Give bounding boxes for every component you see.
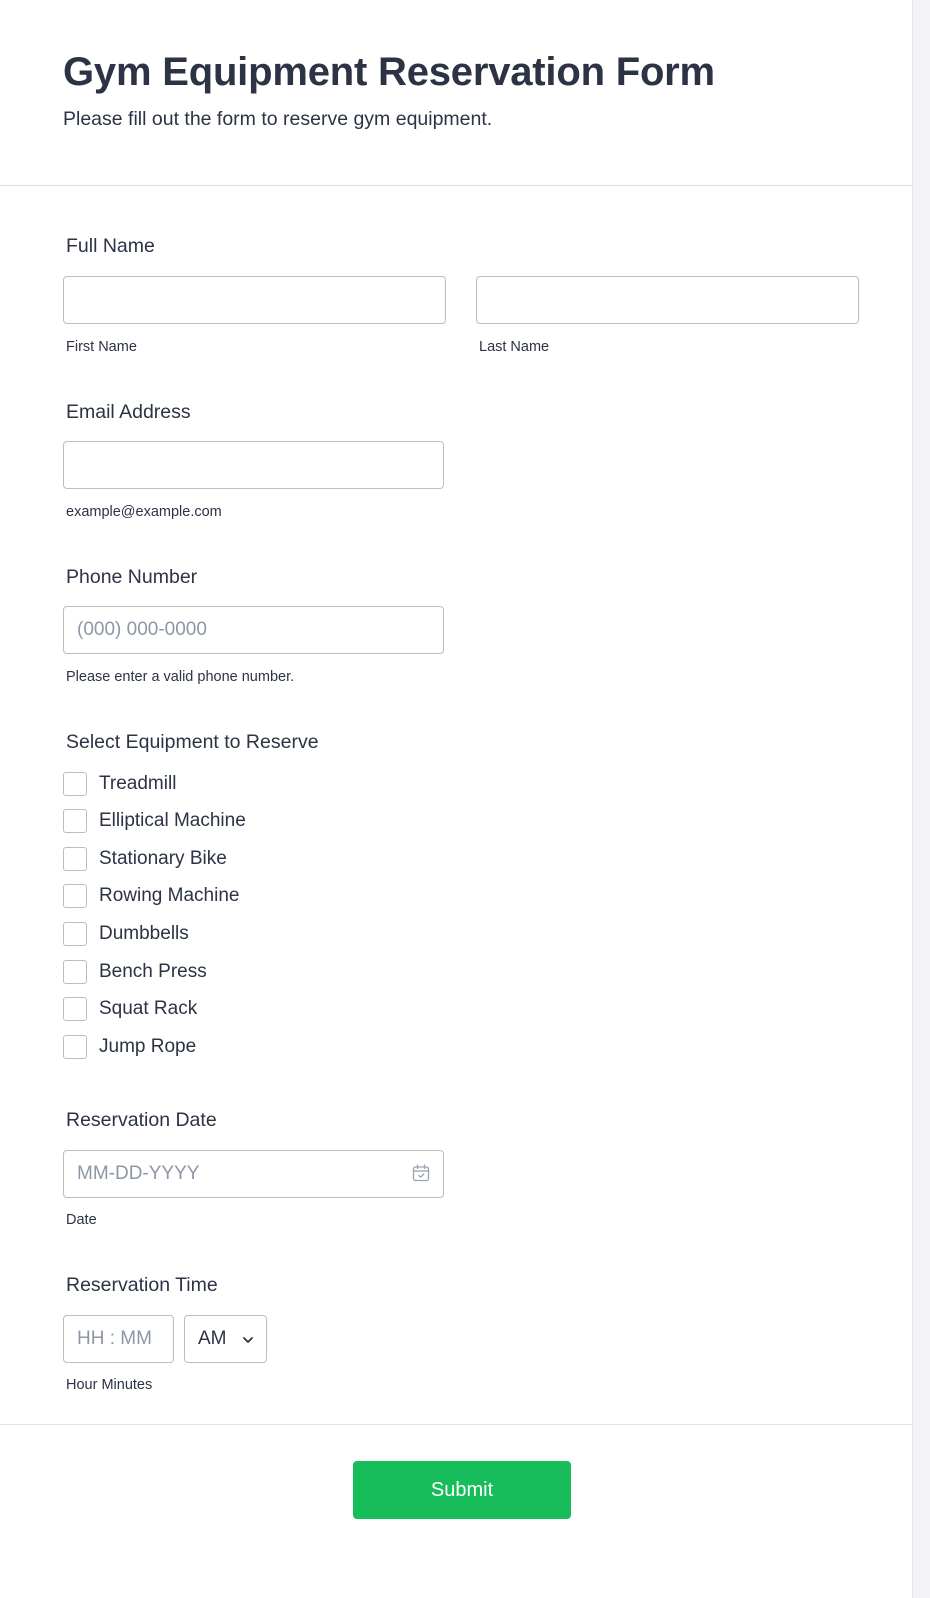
first-name-input[interactable] (63, 276, 446, 324)
calendar-icon[interactable] (412, 1164, 430, 1182)
checkbox-label: Jump Rope (99, 1036, 197, 1057)
checkbox-option-dumbbells[interactable]: Dumbbells (63, 922, 463, 948)
checkbox[interactable] (63, 960, 87, 984)
email-sublabel: example@example.com (66, 504, 222, 520)
checkbox-label: Dumbbells (99, 923, 189, 944)
page-title: Gym Equipment Reservation Form (63, 50, 715, 94)
checkbox[interactable] (63, 884, 87, 908)
checkbox-label: Bench Press (99, 961, 207, 982)
checkbox-option-elliptical-machine[interactable]: Elliptical Machine (63, 809, 463, 835)
first-name-sublabel: First Name (66, 339, 137, 355)
submit-button[interactable]: Submit (353, 1461, 571, 1519)
form-header: Gym Equipment Reservation Form Please fi… (0, 0, 912, 186)
phone-sublabel: Please enter a valid phone number. (66, 669, 295, 685)
checkbox[interactable] (63, 922, 87, 946)
page-subtitle: Please fill out the form to reserve gym … (63, 108, 493, 130)
phone-label: Phone Number (66, 566, 198, 588)
checkbox[interactable] (63, 1035, 87, 1059)
checkbox-option-rowing-machine[interactable]: Rowing Machine (63, 884, 463, 910)
checkbox[interactable] (63, 809, 87, 833)
checkbox-label: Stationary Bike (99, 848, 227, 869)
footer-divider (0, 1424, 912, 1425)
time-input[interactable] (63, 1315, 174, 1363)
reservation-date-input[interactable] (63, 1150, 444, 1198)
checkbox-option-jump-rope[interactable]: Jump Rope (63, 1035, 463, 1061)
checkbox-option-stationary-bike[interactable]: Stationary Bike (63, 847, 463, 873)
email-field[interactable] (63, 441, 444, 489)
checkbox-option-treadmill[interactable]: Treadmill (63, 772, 463, 798)
checkbox-label: Rowing Machine (99, 885, 240, 906)
phone-input[interactable] (63, 606, 444, 654)
chevron-down-icon (243, 1337, 253, 1343)
checkbox-label: Elliptical Machine (99, 810, 246, 831)
checkbox-option-bench-press[interactable]: Bench Press (63, 960, 463, 986)
reservation-date-sublabel: Date (66, 1212, 97, 1228)
ampm-selected-value: AM (198, 1328, 227, 1349)
reservation-date-label: Reservation Date (66, 1109, 217, 1131)
form-card: Gym Equipment Reservation Form Please fi… (0, 0, 913, 1598)
ampm-select[interactable]: AM (184, 1315, 267, 1363)
checkbox-option-squat-rack[interactable]: Squat Rack (63, 997, 463, 1023)
equipment-label: Select Equipment to Reserve (66, 731, 319, 753)
last-name-input[interactable] (476, 276, 859, 324)
checkbox-label: Squat Rack (99, 998, 198, 1019)
checkbox[interactable] (63, 772, 87, 796)
last-name-sublabel: Last Name (479, 339, 550, 355)
checkbox[interactable] (63, 997, 87, 1021)
checkbox[interactable] (63, 847, 87, 871)
email-label: Email Address (66, 401, 191, 423)
reservation-time-sublabel: Hour Minutes (66, 1377, 153, 1393)
checkbox-label: Treadmill (99, 773, 177, 794)
full-name-label: Full Name (66, 235, 155, 257)
reservation-time-label: Reservation Time (66, 1274, 218, 1296)
